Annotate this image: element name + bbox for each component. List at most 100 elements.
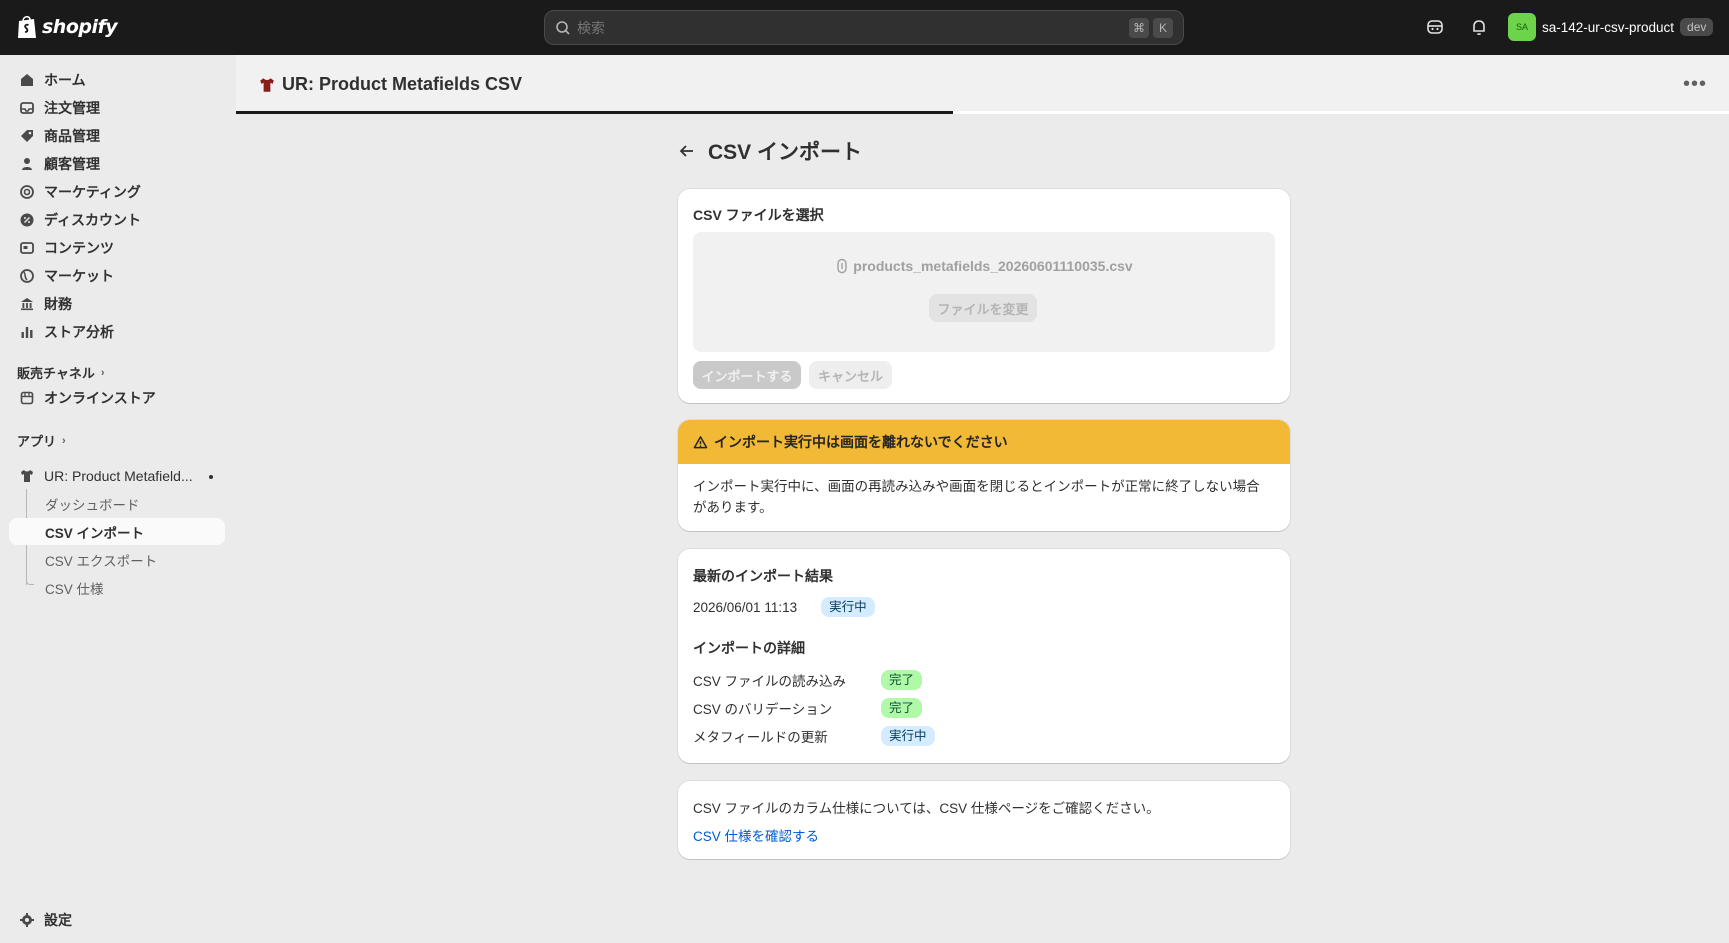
selected-filename: products_metafields_20260601110035.csv [853, 258, 1133, 274]
sidebar-item-label: 商品管理 [44, 128, 100, 144]
more-actions-icon[interactable]: ••• [1683, 73, 1707, 96]
detail-row: CSV ファイルの読み込み 完了 [693, 670, 923, 690]
spec-info-text: CSV ファイルのカラム仕様については、CSV 仕様ページをご確認ください。 [693, 801, 1160, 816]
result-summary-row: 2026/06/01 11:13 実行中 [693, 597, 875, 617]
globe-icon [20, 269, 34, 283]
cancel-button[interactable]: キャンセル [809, 361, 892, 389]
bank-icon [21, 298, 33, 311]
sidebar-subitem-csv-import[interactable]: CSV インポート [9, 518, 225, 545]
sidebar-item-label: 顧客管理 [44, 156, 100, 172]
file-dropzone[interactable]: products_metafields_20260601110035.csv フ… [693, 232, 1275, 352]
warning-triangle-icon [693, 435, 708, 448]
sidebar-item-products[interactable]: 商品管理 [9, 123, 225, 149]
app-title: UR: Product Metafields CSV [258, 74, 522, 95]
notification-bell-icon[interactable] [1469, 17, 1489, 37]
sidebar-item-label: ホーム [44, 72, 86, 88]
warning-banner: インポート実行中は画面を離れないでください インポート実行中に、画面の再読み込み… [678, 420, 1290, 531]
apps-header[interactable]: アプリ › [17, 431, 66, 450]
page-title: CSV インポート [708, 141, 863, 164]
sidebar-item-orders[interactable]: 注文管理 [9, 95, 225, 121]
pin-dot-icon [209, 475, 213, 479]
sidebar-item-content[interactable]: コンテンツ [9, 235, 225, 261]
bar-chart-icon [21, 327, 33, 338]
sidebar-item-label: 注文管理 [44, 100, 100, 116]
store-avatar: SA [1508, 13, 1536, 41]
detail-label: メタフィールドの更新 [693, 730, 828, 745]
import-button[interactable]: インポートする [693, 361, 801, 389]
search-bar[interactable]: ⌘ K [544, 10, 1184, 45]
warning-title: インポート実行中は画面を離れないでください [714, 434, 1008, 450]
inbox-icon [20, 102, 34, 114]
sidebar: ホーム 注文管理 商品管理 顧客管理 マーケティング ディスカウント コンテンツ… [0, 55, 236, 943]
sidebar-item-app[interactable]: UR: Product Metafield... [9, 463, 225, 489]
search-input[interactable] [577, 19, 1125, 36]
back-arrow-icon[interactable] [678, 142, 696, 160]
sidebar-item-discounts[interactable]: ディスカウント [9, 207, 225, 233]
warning-header: インポート実行中は画面を離れないでください [678, 420, 1290, 464]
sidebar-item-label: 設定 [44, 912, 72, 928]
app-tshirt-icon [260, 77, 274, 92]
sidebar-item-online-store[interactable]: オンラインストア [9, 385, 225, 411]
app-header: UR: Product Metafields CSV ••• [236, 55, 1729, 114]
sidebar-item-home[interactable]: ホーム [9, 67, 225, 93]
selected-file: products_metafields_20260601110035.csv [693, 258, 1275, 274]
file-select-card: CSV ファイルを選択 products_metafields_20260601… [678, 189, 1290, 403]
top-bar: shopify ⌘ K SA sa-142-ur-csv-product dev [0, 0, 1729, 55]
apps-label: アプリ [17, 434, 57, 449]
status-badge: 実行中 [821, 597, 875, 617]
paperclip-icon [837, 258, 847, 274]
status-badge: 完了 [881, 670, 923, 690]
result-card-title: 最新のインポート結果 [693, 568, 833, 584]
sidebar-item-label: 財務 [44, 296, 72, 312]
chevron-right-icon: › [100, 366, 105, 379]
sidebar-item-settings[interactable]: 設定 [9, 907, 225, 933]
status-badge: 完了 [881, 698, 923, 718]
result-timestamp: 2026/06/01 11:13 [693, 599, 798, 615]
tag-icon [21, 130, 33, 142]
detail-label: CSV のバリデーション [693, 702, 833, 717]
page-title-row: CSV インポート [678, 136, 862, 166]
file-card-title: CSV ファイルを選択 [693, 207, 824, 223]
sidebar-item-label: UR: Product Metafield... [44, 468, 193, 484]
sidebar-item-label: マーケット [44, 268, 114, 284]
content-icon [20, 242, 34, 254]
sidebar-item-label: コンテンツ [44, 240, 114, 256]
status-badge: 実行中 [881, 726, 935, 746]
loading-progress-bar [236, 111, 1729, 114]
warning-body: インポート実行中に、画面の再読み込みや画面を閉じるとインポートが正常に終了しない… [693, 479, 1260, 515]
store-name: sa-142-ur-csv-product [1542, 19, 1675, 35]
sidebar-subitem-dashboard[interactable]: ダッシュボード [9, 490, 225, 517]
sidebar-item-analytics[interactable]: ストア分析 [9, 319, 225, 345]
sales-channels-label: 販売チャネル [17, 366, 95, 381]
loading-progress-fill [236, 111, 953, 114]
dev-badge: dev [1680, 18, 1714, 36]
change-file-button[interactable]: ファイルを変更 [929, 294, 1037, 322]
shopify-logo[interactable]: shopify [16, 14, 118, 40]
spec-info-card: CSV ファイルのカラム仕様については、CSV 仕様ページをご確認ください。 C… [678, 781, 1290, 859]
discount-icon [20, 213, 34, 227]
detail-label: CSV ファイルの読み込み [693, 674, 847, 689]
sidebar-item-finance[interactable]: 財務 [9, 291, 225, 317]
home-icon [21, 74, 33, 86]
store-menu[interactable]: SA sa-142-ur-csv-product dev [1508, 13, 1714, 41]
app-tshirt-icon [21, 470, 33, 482]
gear-icon [20, 913, 34, 927]
detail-row: CSV のバリデーション 完了 [693, 698, 923, 718]
target-icon [20, 185, 34, 199]
sidebar-item-marketing[interactable]: マーケティング [9, 179, 225, 205]
search-icon [556, 20, 570, 35]
sidebar-item-label: マーケティング [44, 184, 141, 200]
sidebar-subitem-csv-spec[interactable]: CSV 仕様 [9, 574, 225, 601]
sidebar-item-markets[interactable]: マーケット [9, 263, 225, 289]
csv-spec-link[interactable]: CSV 仕様を確認する [693, 825, 819, 845]
app-title-text: UR: Product Metafields CSV [282, 74, 523, 94]
sales-channels-header[interactable]: 販売チャネル › [17, 363, 105, 382]
detail-row: メタフィールドの更新 実行中 [693, 726, 935, 746]
sidebar-subitem-csv-export[interactable]: CSV エクスポート [9, 546, 225, 573]
person-icon [22, 158, 32, 170]
sidebar-item-label: ストア分析 [44, 324, 114, 340]
shopify-bag-icon [18, 15, 36, 38]
sidekick-icon[interactable] [1425, 17, 1445, 37]
sidebar-item-customers[interactable]: 顧客管理 [9, 151, 225, 177]
details-title: インポートの詳細 [693, 640, 805, 656]
